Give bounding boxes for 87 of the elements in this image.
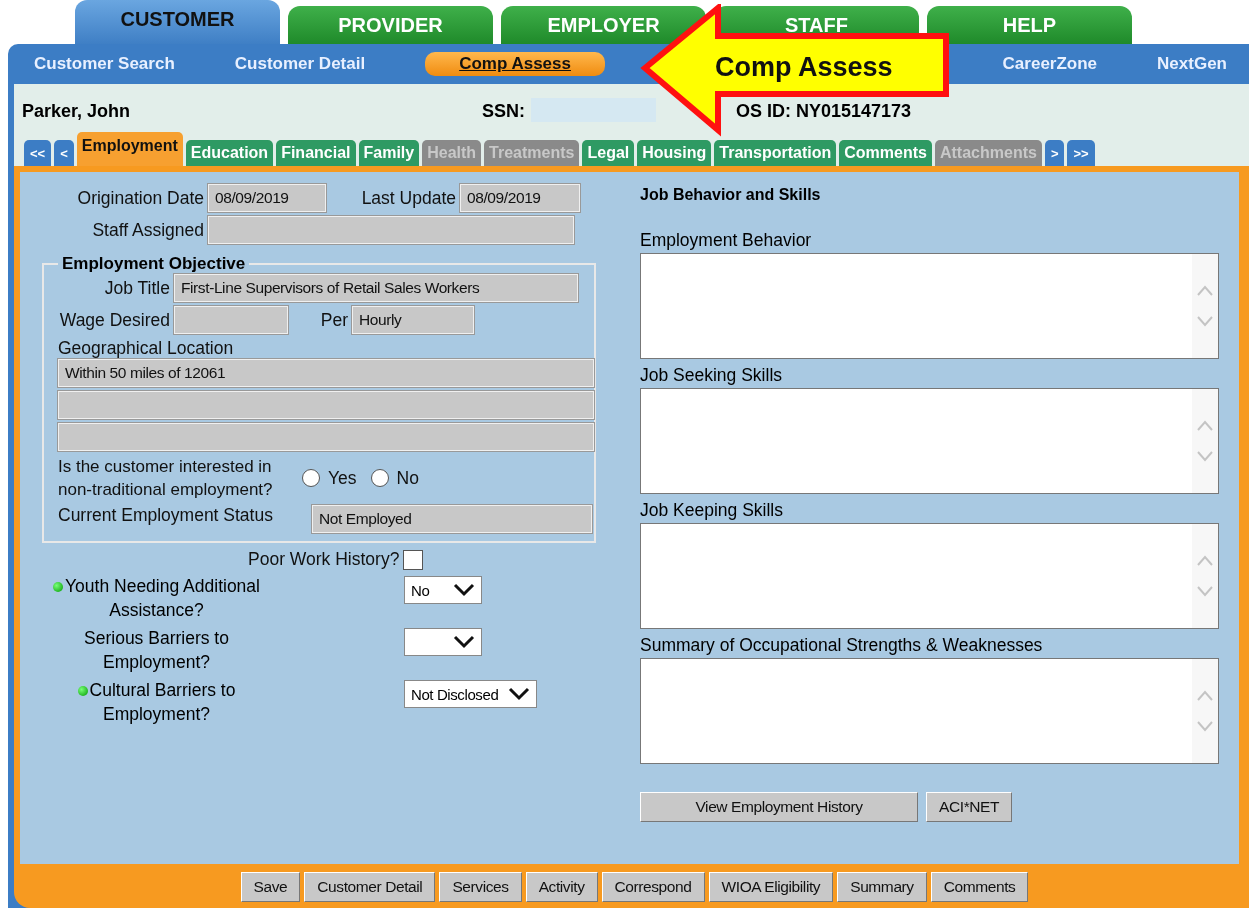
footer-button[interactable]: Correspond [601, 872, 705, 902]
scroll-up-icon[interactable] [1196, 690, 1214, 701]
per-field[interactable]: Hourly [352, 306, 474, 334]
scroll-down-icon[interactable] [1196, 721, 1214, 732]
field-label: Job Seeking Skills [640, 365, 784, 386]
wage-desired-field[interactable] [174, 306, 288, 334]
nav-link[interactable]: Customer Search [34, 54, 175, 74]
text-area[interactable] [640, 388, 1219, 494]
field-label: Youth Needing Additional Assistance? [34, 574, 279, 622]
scroll-up-icon[interactable] [1196, 555, 1214, 566]
section-tab[interactable]: Employment [76, 132, 183, 166]
location-field[interactable] [58, 391, 594, 419]
scroll-tabs-button[interactable]: >> [1067, 140, 1095, 166]
caret-icon [453, 583, 475, 597]
dropdown[interactable]: Not Disclosed [404, 680, 538, 708]
field-label: Serious Barriers to Employment? [83, 627, 230, 674]
section-tab[interactable]: Financial [276, 140, 356, 166]
section-tab[interactable]: Transportation [714, 140, 837, 166]
osos-id: OS ID: NY015147173 [736, 101, 912, 122]
radio-button[interactable] [302, 469, 320, 487]
caret-icon [508, 687, 531, 701]
field-label: Last Update [360, 187, 456, 209]
text-area[interactable] [640, 658, 1219, 764]
checkbox[interactable] [403, 549, 424, 570]
customer-name: Parker, John [22, 101, 132, 122]
scroll-tabs-button[interactable]: < [54, 140, 74, 166]
location-field[interactable] [58, 423, 594, 451]
top-tab[interactable]: HELP [927, 6, 1132, 44]
employment-status-field[interactable]: Not Employed [312, 505, 592, 533]
section-tab[interactable]: Education [185, 140, 274, 166]
footer-button[interactable]: Services [439, 872, 522, 902]
scroll-down-icon[interactable] [1196, 586, 1214, 597]
text-area[interactable] [640, 523, 1219, 629]
origination-date-field[interactable]: 08/09/2019 [208, 184, 326, 212]
caret-icon [453, 635, 475, 649]
field-label: Origination Date [76, 187, 204, 209]
text-area[interactable] [640, 253, 1219, 359]
scroll-tabs-button[interactable]: > [1044, 140, 1065, 166]
section-title: Job Behavior and Skills [640, 186, 822, 204]
field-label: Job Keeping Skills [640, 500, 784, 521]
scroll-down-icon[interactable] [1196, 316, 1214, 327]
scroll-tabs-button[interactable]: << [24, 140, 52, 166]
top-tab[interactable]: PROVIDER [288, 6, 493, 44]
group-title: Employment Objective [61, 254, 247, 274]
section-tab[interactable]: Family [358, 140, 420, 166]
nav-link[interactable]: Comp Assess [425, 52, 605, 76]
scroll-down-icon[interactable] [1196, 451, 1214, 462]
dropdown[interactable] [404, 628, 482, 656]
field-label: Wage Desired [58, 309, 170, 331]
field-label: Job Title [103, 277, 170, 299]
last-update-field[interactable]: 08/09/2019 [460, 184, 580, 212]
field-label: Poor Work History? [248, 549, 400, 570]
field-label: Current Employment Status [58, 505, 274, 526]
field-label: Cultural Barriers to Employment? [34, 678, 279, 726]
field-label: Staff Assigned [91, 219, 204, 241]
footer-button[interactable]: Comments [930, 872, 1029, 902]
ssn-label: SSN: [482, 101, 525, 122]
scroll-up-icon[interactable] [1196, 285, 1214, 296]
section-tab[interactable]: Legal [582, 140, 635, 166]
top-tab[interactable]: CUSTOMER [75, 0, 280, 44]
action-button[interactable]: ACI*NET [926, 792, 1013, 822]
radio-label: Yes [328, 467, 357, 489]
footer-button[interactable]: Save [240, 872, 301, 902]
location-field[interactable]: Within 50 miles of 12061 [58, 359, 594, 387]
radio-label: No [396, 467, 419, 489]
callout-text: Comp Assess [715, 52, 893, 83]
nav-link[interactable]: CareerZone [1002, 54, 1098, 74]
section-tab[interactable]: Housing [637, 140, 712, 166]
footer-button[interactable]: Customer Detail [304, 872, 436, 902]
action-button[interactable]: View Employment History [640, 792, 918, 822]
footer-button[interactable]: WIOA Eligibility [708, 872, 834, 902]
field-label: Geographical Location [58, 338, 234, 358]
nav-link[interactable]: NextGen [1157, 54, 1227, 74]
footer-button[interactable]: Summary [837, 872, 927, 902]
staff-assigned-field[interactable] [208, 216, 574, 244]
nav-link[interactable]: Customer Detail [234, 54, 366, 74]
radio-button[interactable] [370, 469, 389, 487]
field-label: Summary of Occupational Strengths & Weaknesses [640, 635, 1044, 656]
field-label: Employment Behavior [640, 230, 813, 251]
footer-button[interactable]: Activity [525, 872, 598, 902]
field-label: Per [319, 309, 348, 331]
question-text: Is the customer interested in non-traditional employment? [58, 456, 274, 501]
job-title-field[interactable]: First-Line Supervisors of Retail Sales Workers [174, 274, 578, 302]
dropdown[interactable]: No [404, 576, 482, 604]
scroll-up-icon[interactable] [1196, 420, 1214, 431]
top-tab[interactable]: EMPLOYER [501, 6, 706, 44]
section-tab[interactable]: Comments [839, 140, 932, 166]
